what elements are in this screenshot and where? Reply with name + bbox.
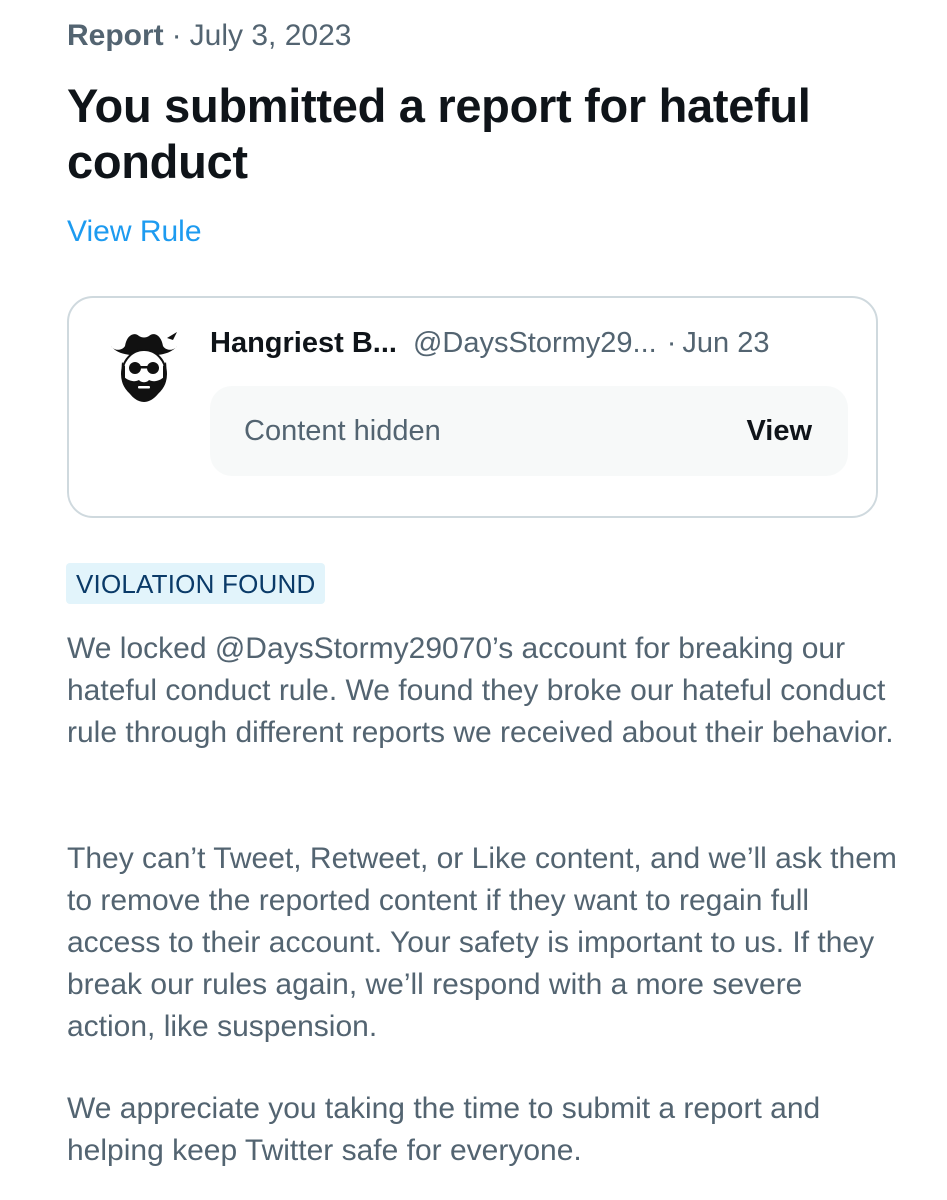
- tweet-date[interactable]: Jun 23: [682, 327, 769, 359]
- author-handle[interactable]: @DaysStormy29...: [413, 327, 657, 359]
- tweet-header: Hangriest B... @DaysStormy29... · Jun 23: [210, 324, 769, 362]
- report-date: July 3, 2023: [189, 19, 352, 52]
- view-content-button[interactable]: View: [746, 411, 812, 451]
- meta-separator: ·: [171, 19, 182, 52]
- thank-you-paragraph: We appreciate you taking the time to sub…: [67, 1092, 821, 1167]
- report-meta: Report · July 3, 2023: [67, 16, 351, 56]
- content-hidden-label: Content hidden: [244, 415, 441, 447]
- report-kind: Report: [67, 19, 164, 52]
- avatar-graphic: [111, 332, 177, 402]
- violation-status-badge: VIOLATION FOUND: [66, 563, 326, 604]
- tweet-header-separator: ·: [666, 327, 677, 359]
- page-title: You submitted a report for hateful condu…: [67, 79, 811, 188]
- explanation-paragraph-2: They can’t Tweet, Retweet, or Like conte…: [67, 842, 897, 1043]
- explanation-paragraph-1: We locked @DaysStormy29070’s account for…: [67, 632, 894, 749]
- report-detail-page: Report · July 3, 2023 You submitted a repo…: [0, 0, 947, 1200]
- cowboy-hat-avatar-icon[interactable]: [107, 326, 181, 404]
- hidden-content-box: Content hidden View: [210, 386, 848, 476]
- reported-tweet-card[interactable]: Hangriest B... @DaysStormy29... · Jun 23 Co…: [67, 296, 878, 518]
- view-rule-link[interactable]: View Rule: [67, 212, 202, 252]
- author-display-name[interactable]: Hangriest B...: [210, 327, 397, 359]
